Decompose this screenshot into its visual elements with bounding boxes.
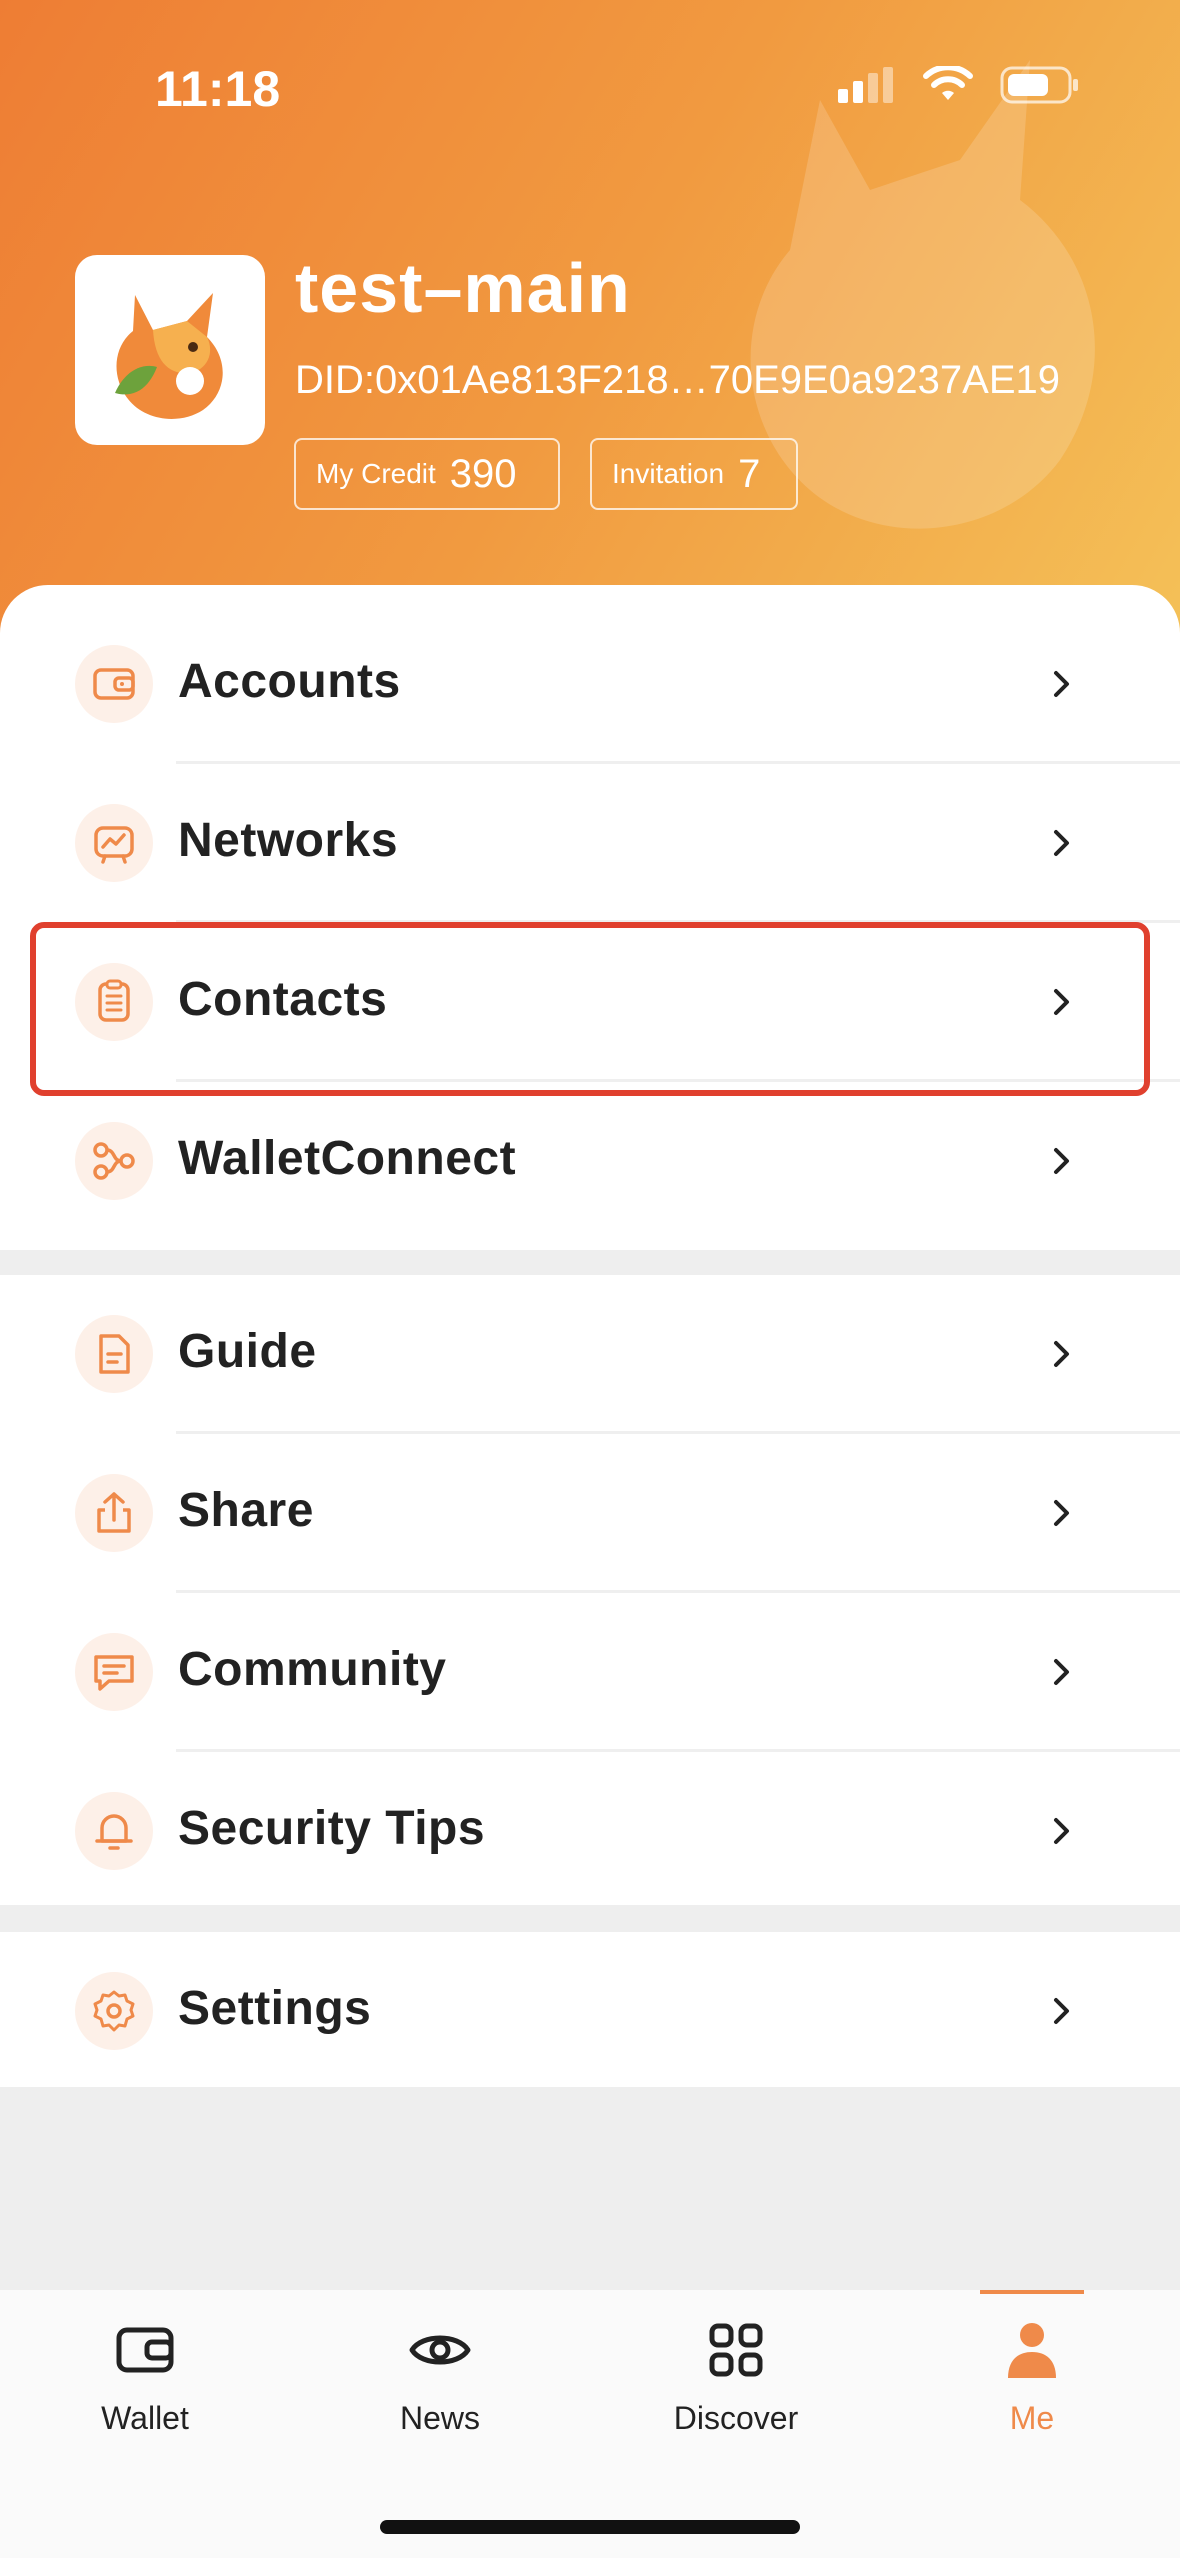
contacts-icon	[98, 979, 130, 1022]
tab-label-wallet: Wallet	[101, 2400, 189, 2436]
menu-label-contacts: Contacts	[178, 973, 388, 1026]
status-bar: 11:18	[0, 0, 1180, 170]
gear-icon	[93, 1990, 135, 2032]
menu-item-walletconnect[interactable]: WalletConnect	[0, 1082, 1180, 1241]
wallet-tab-icon	[116, 2327, 174, 2373]
eye-icon	[409, 2335, 471, 2365]
chevron-right-icon	[1054, 1659, 1069, 1685]
menu-section-1: Accounts Networks Contacts WalletConnect	[0, 585, 1180, 1250]
tab-label-news: News	[399, 2400, 480, 2436]
tab-me[interactable]: Me	[932, 2290, 1132, 2480]
menu-label-community: Community	[178, 1643, 447, 1696]
status-time: 11:18	[155, 61, 281, 117]
bell-icon	[95, 1814, 133, 1850]
wifi-icon	[923, 66, 973, 100]
battery-icon	[1000, 66, 1078, 104]
chevron-right-icon	[1054, 1818, 1069, 1844]
menu-item-security-tips[interactable]: Security Tips	[0, 1752, 1180, 1911]
grid-icon	[709, 2323, 763, 2377]
chevron-right-icon	[1054, 989, 1069, 1015]
menu-label-networks: Networks	[178, 814, 399, 867]
menu-section-2: Guide Share Community Security Tips	[0, 1275, 1180, 1905]
cellular-signal-icon	[838, 67, 893, 103]
menu-label-security-tips: Security Tips	[178, 1802, 486, 1855]
chevron-right-icon	[1054, 1500, 1069, 1526]
credit-chip[interactable]: My Credit 390	[294, 438, 560, 510]
fox-logo-icon	[115, 293, 223, 419]
menu-label-share: Share	[178, 1484, 314, 1537]
walletconnect-icon	[93, 1142, 135, 1180]
tab-wallet[interactable]: Wallet	[45, 2290, 245, 2480]
tab-label-discover: Discover	[673, 2400, 799, 2436]
profile-did[interactable]: DID:0x01Ae813F218…70E9E0a9237AE19	[295, 358, 1060, 403]
tab-news[interactable]: News	[340, 2290, 540, 2480]
menu-item-settings[interactable]: Settings	[0, 1932, 1180, 2091]
invitation-value: 7	[738, 451, 761, 496]
credit-label: My Credit	[316, 458, 436, 489]
chevron-right-icon	[1054, 1998, 1069, 2024]
tab-bar: Wallet News Discover Me	[0, 2290, 1180, 2558]
invitation-chip[interactable]: Invitation 7	[590, 438, 798, 510]
menu-item-accounts[interactable]: Accounts	[0, 605, 1180, 764]
home-indicator	[380, 2520, 800, 2534]
community-icon	[94, 1655, 134, 1691]
menu-label-settings: Settings	[178, 1982, 372, 2035]
person-icon	[1008, 2323, 1056, 2378]
chevron-right-icon	[1054, 830, 1069, 856]
credit-value: 390	[449, 451, 517, 496]
chevron-right-icon	[1054, 1341, 1069, 1367]
profile-header: 11:18 test–main DID:0x01Ae813F218…70E9E0…	[0, 0, 1180, 660]
chevron-right-icon	[1054, 1148, 1069, 1174]
menu-label-guide: Guide	[178, 1325, 317, 1378]
menu-item-contacts[interactable]: Contacts	[0, 923, 1180, 1082]
network-icon	[94, 826, 134, 864]
menu-label-accounts: Accounts	[178, 655, 401, 708]
tab-label-me: Me	[1009, 2400, 1055, 2436]
menu-item-share[interactable]: Share	[0, 1434, 1180, 1593]
menu-item-networks[interactable]: Networks	[0, 764, 1180, 923]
invitation-label: Invitation	[612, 458, 725, 489]
tab-discover[interactable]: Discover	[636, 2290, 836, 2480]
avatar[interactable]	[75, 255, 265, 445]
menu-item-guide[interactable]: Guide	[0, 1275, 1180, 1434]
guide-icon	[99, 1334, 130, 1374]
profile-name: test–main	[295, 249, 631, 327]
share-icon	[97, 1492, 131, 1533]
menu-label-walletconnect: WalletConnect	[178, 1132, 517, 1185]
menu-item-community[interactable]: Community	[0, 1593, 1180, 1752]
wallet-icon	[93, 668, 135, 700]
chevron-right-icon	[1054, 671, 1069, 697]
menu-section-3: Settings	[0, 1932, 1180, 2087]
